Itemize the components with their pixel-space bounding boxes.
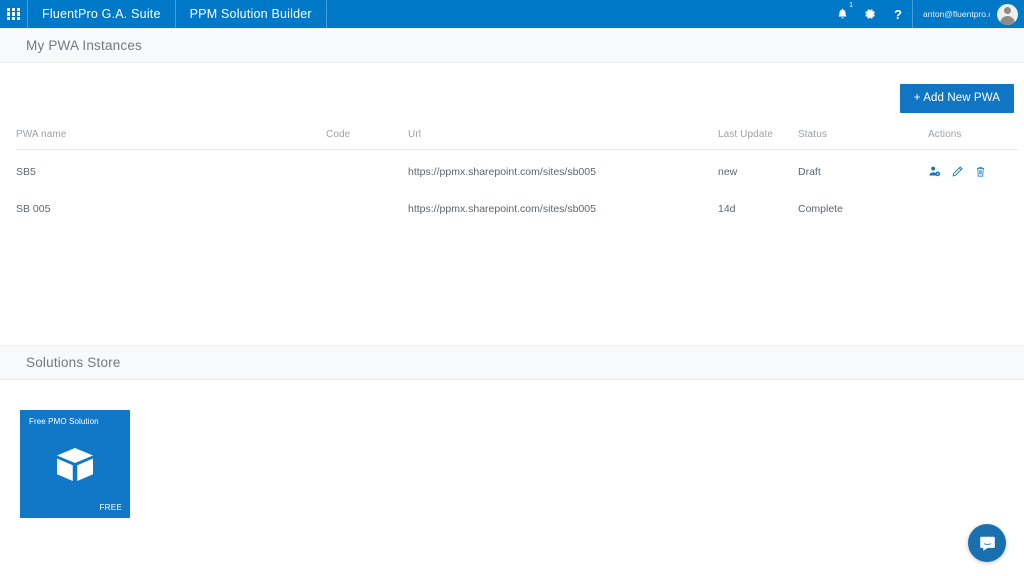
app-launcher-button[interactable] [0,0,28,28]
table-row[interactable]: SB5 https://ppmx.sharepoint.com/sites/sb… [16,150,1018,189]
notification-count-badge: 1 [849,2,853,9]
notifications-button[interactable]: 1 [828,0,856,28]
pwa-panel-body: + Add New PWA PWA name Code Url Last Upd… [0,63,1024,345]
cell-code [326,150,408,189]
store-panel-body: Free PMO Solution FREE [0,380,1024,518]
app-title-ppm-solution-builder[interactable]: PPM Solution Builder [176,0,327,28]
settings-button[interactable] [856,0,884,28]
brand-fluentpro-suite[interactable]: FluentPro G.A. Suite [28,0,176,28]
column-header-last-update[interactable]: Last Update [718,129,798,150]
store-panel-title: Solutions Store [26,355,121,370]
cell-last-update: new [718,150,798,189]
cell-url: https://ppmx.sharepoint.com/sites/sb005 [408,188,718,225]
add-new-pwa-button[interactable]: + Add New PWA [900,84,1014,113]
help-button[interactable]: ? [884,0,912,28]
chat-bubble-icon [978,534,997,553]
column-header-status[interactable]: Status [798,129,928,150]
cell-actions [928,188,1018,225]
column-header-actions: Actions [928,129,1018,150]
cell-url: https://ppmx.sharepoint.com/sites/sb005 [408,150,718,189]
cell-pwa-name: SB5 [16,150,326,189]
topbar-actions: 1 ? anton@fluentpro.c... [828,0,1024,28]
column-header-pwa-name[interactable]: PWA name [16,129,326,150]
pwa-table-head: PWA name Code Url Last Update Status Act… [16,129,1018,150]
pwa-panel-title: My PWA Instances [26,38,142,53]
user-avatar-button[interactable] [990,0,1024,28]
pwa-table-body: SB5 https://ppmx.sharepoint.com/sites/sb… [16,150,1018,226]
question-mark-icon: ? [894,8,902,21]
cell-actions [928,150,1018,189]
topbar-spacer [327,0,828,28]
solution-card-title: Free PMO Solution [29,417,99,426]
edit-icon[interactable] [951,165,964,178]
bell-icon [836,7,849,21]
package-box-icon [20,442,130,490]
pwa-table-container: PWA name Code Url Last Update Status Act… [0,113,1024,225]
cell-status: Draft [798,150,928,189]
cell-last-update: 14d [718,188,798,225]
app-title-label: PPM Solution Builder [190,7,312,21]
store-panel-header: Solutions Store [0,345,1024,380]
cell-status: Complete [798,188,928,225]
pwa-panel-filler [0,225,1024,345]
chat-launcher-button[interactable] [968,524,1006,562]
delete-icon[interactable] [974,165,987,178]
column-header-code[interactable]: Code [326,129,408,150]
pwa-toolbar: + Add New PWA [0,63,1024,113]
solution-card-price-tag: FREE [99,503,122,512]
user-email-text: anton@fluentpro.c... [923,9,990,19]
manage-users-icon[interactable] [928,165,941,178]
app-grid-icon [7,8,20,21]
column-header-url[interactable]: Url [408,129,718,150]
solution-card-free-pmo[interactable]: Free PMO Solution FREE [20,410,130,518]
pwa-instances-table: PWA name Code Url Last Update Status Act… [16,129,1018,225]
user-email-label[interactable]: anton@fluentpro.c... [912,0,990,28]
table-row[interactable]: SB 005 https://ppmx.sharepoint.com/sites… [16,188,1018,225]
brand-label: FluentPro G.A. Suite [42,7,161,21]
cell-pwa-name: SB 005 [16,188,326,225]
cell-code [326,188,408,225]
avatar [997,4,1018,25]
pwa-panel-header: My PWA Instances [0,28,1024,63]
gear-icon [863,7,877,21]
top-navigation-bar: FluentPro G.A. Suite PPM Solution Builde… [0,0,1024,28]
page-content: My PWA Instances + Add New PWA PWA name … [0,28,1024,576]
table-header-row: PWA name Code Url Last Update Status Act… [16,129,1018,150]
